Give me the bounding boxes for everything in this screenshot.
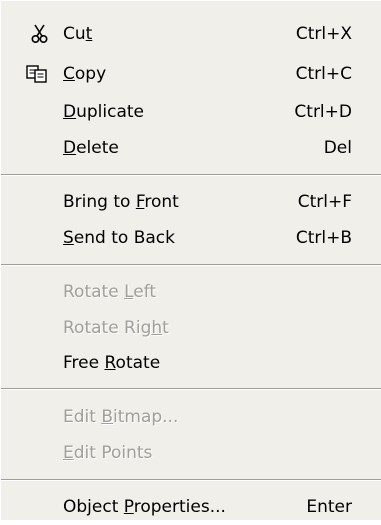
- menu-item-rotate-left: Rotate Left: [1, 274, 381, 310]
- menu-item-label: Send to Back: [63, 228, 175, 248]
- menu-item-free-rotate[interactable]: Free Rotate: [1, 345, 381, 381]
- menu-item-edit-bitmap: Edit Bitmap...: [1, 399, 381, 435]
- menu-item-label: Bring to Front: [63, 192, 179, 212]
- copy-icon: [25, 64, 47, 84]
- menu-separator: [1, 479, 381, 481]
- menu-item-shortcut: Ctrl+C: [295, 64, 352, 84]
- menu-item-label: Cut: [63, 24, 93, 44]
- menu-item-label: Delete: [63, 138, 119, 158]
- menu-item-edit-points: Edit Points: [1, 435, 381, 471]
- menu-separator: [1, 264, 381, 266]
- menu-item-rotate-right: Rotate Right: [1, 310, 381, 346]
- context-menu: Cut Ctrl+X Copy Ctrl+C Duplicate Ctrl+D …: [0, 0, 381, 520]
- menu-item-shortcut: Ctrl+X: [295, 24, 352, 44]
- menu-separator: [1, 174, 381, 176]
- menu-item-shortcut: Ctrl+D: [294, 102, 352, 122]
- menu-item-label: Edit Bitmap...: [63, 407, 179, 427]
- menu-item-label: Rotate Left: [63, 282, 157, 302]
- menu-item-shortcut: Ctrl+B: [295, 228, 352, 248]
- scissors-icon: [29, 24, 51, 44]
- menu-item-label: Copy: [63, 64, 107, 84]
- menu-item-cut[interactable]: Cut Ctrl+X: [1, 16, 381, 52]
- menu-item-shortcut: Del: [323, 138, 352, 158]
- menu-separator: [1, 388, 381, 390]
- menu-item-bring-to-front[interactable]: Bring to Front Ctrl+F: [1, 184, 381, 220]
- menu-item-label: Rotate Right: [63, 318, 169, 338]
- menu-item-label: Duplicate: [63, 102, 144, 122]
- menu-item-shortcut: Ctrl+F: [297, 192, 352, 212]
- menu-item-label: Edit Points: [63, 443, 153, 463]
- menu-item-send-to-back[interactable]: Send to Back Ctrl+B: [1, 220, 381, 256]
- menu-item-label: Object Properties...: [63, 497, 226, 517]
- menu-item-label: Free Rotate: [63, 353, 161, 373]
- menu-item-copy[interactable]: Copy Ctrl+C: [1, 56, 381, 92]
- menu-item-shortcut: Enter: [306, 497, 352, 517]
- menu-item-duplicate[interactable]: Duplicate Ctrl+D: [1, 94, 381, 130]
- menu-item-delete[interactable]: Delete Del: [1, 130, 381, 166]
